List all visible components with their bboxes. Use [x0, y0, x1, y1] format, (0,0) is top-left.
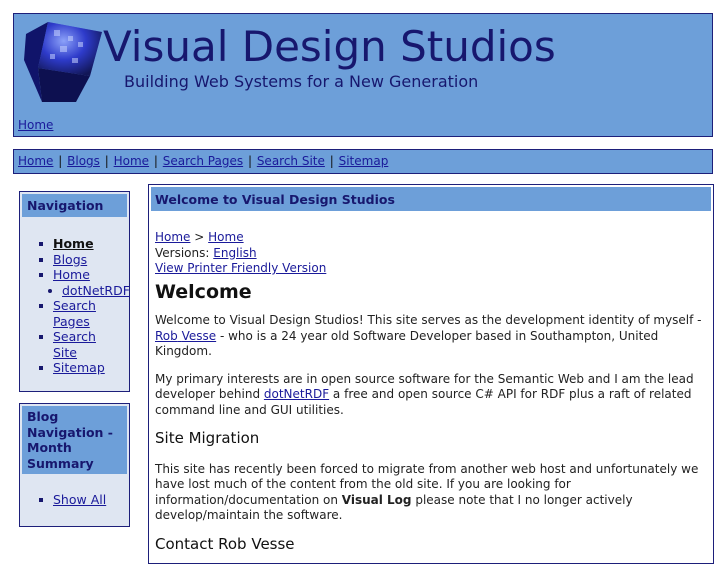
- breadcrumb-home-link[interactable]: Home: [155, 230, 190, 244]
- sidebar-home-link[interactable]: Home: [53, 236, 94, 251]
- sidebar-navigation-box: Navigation Home Blogs Home dotNetRDF Sea…: [19, 191, 130, 392]
- sidebar-blog-navigation-title: Blog Navigation - Month Summary: [22, 406, 127, 474]
- cube-logo-icon: [24, 22, 102, 102]
- header-home-link[interactable]: Home: [18, 118, 53, 132]
- intro-text-after: - who is a 24 year old Software Develope…: [155, 328, 659, 359]
- blog-nav-item-show-all: Show All: [20, 492, 129, 508]
- versions-label: Versions:: [155, 245, 210, 260]
- topnav-search-site-link[interactable]: Search Site: [257, 154, 325, 168]
- topnav-blogs-link[interactable]: Blogs: [67, 154, 100, 168]
- blog-nav-list: Show All: [20, 492, 129, 508]
- site-migration-heading: Site Migration: [155, 429, 260, 447]
- dotnetrdf-link[interactable]: dotNetRDF: [264, 387, 329, 401]
- sidebar-search-site-link[interactable]: Search Site: [53, 329, 96, 360]
- vesse-link-text: Vesse: [181, 328, 217, 343]
- bullet-icon: [39, 366, 43, 370]
- topnav-home2-link[interactable]: Home: [114, 154, 149, 168]
- sidebar-search-pages-link[interactable]: Search Pages: [53, 298, 96, 329]
- topnav-separator: |: [104, 154, 109, 168]
- blog-nav-title-line2: Navigation -: [27, 424, 113, 440]
- sidebar-sitemap-link[interactable]: Sitemap: [53, 360, 105, 375]
- intro-paragraph: Welcome to Visual Design Studios! This s…: [155, 313, 709, 360]
- search-pages-line1: Search: [53, 298, 96, 313]
- interests-paragraph: My primary interests are in open source …: [155, 372, 709, 419]
- breadcrumb-separator: >: [194, 230, 205, 244]
- printer-friendly-link[interactable]: View Printer Friendly Version: [155, 261, 326, 275]
- topnav-separator: |: [153, 154, 158, 168]
- site-tagline: Building Web Systems for a New Generatio…: [124, 72, 479, 91]
- sidebar-item-dotnetrdf: dotNetRDF: [20, 283, 130, 299]
- page-heading: Welcome: [155, 280, 252, 303]
- topnav-sitemap-link[interactable]: Sitemap: [339, 154, 389, 168]
- sidebar-blog-navigation-box: Blog Navigation - Month Summary Show All: [19, 403, 130, 527]
- sidebar-navigation-title: Navigation: [22, 194, 127, 217]
- search-site-line2: Site: [53, 344, 77, 360]
- sidebar-item-home-2: Home: [20, 267, 129, 283]
- bullet-icon: [48, 288, 52, 293]
- sidebar-item-home: Home: [20, 236, 129, 252]
- version-english-link[interactable]: English: [213, 246, 256, 260]
- bullet-icon: [39, 242, 43, 246]
- sidebar-blogs-link[interactable]: Blogs: [53, 252, 87, 267]
- search-site-line1: Search: [53, 329, 96, 344]
- sidebar-dotnetrdf-link[interactable]: dotNetRDF: [62, 283, 130, 298]
- blog-nav-title-line3: Month: [27, 440, 72, 455]
- intro-text-before: Welcome to Visual Design Studios! This s…: [155, 313, 702, 327]
- bullet-icon: [39, 304, 43, 308]
- breadcrumb-home2-link[interactable]: Home: [208, 230, 243, 244]
- main-content: Welcome to Visual Design Studios Home > …: [148, 184, 714, 564]
- rob-vesse-link[interactable]: Rob Vesse: [155, 329, 216, 343]
- search-pages-line2: Pages: [53, 313, 90, 329]
- topnav-search-pages-link[interactable]: Search Pages: [163, 154, 243, 168]
- main-body: Home > Home Versions: English View Print…: [155, 230, 709, 552]
- versions-row: Versions: English: [155, 246, 709, 262]
- show-all-link[interactable]: Show All: [53, 492, 106, 507]
- topnav-home-link[interactable]: Home: [18, 154, 53, 168]
- bullet-icon: [39, 273, 43, 277]
- bullet-icon: [39, 498, 43, 502]
- topnav-separator: |: [329, 154, 334, 168]
- visual-log-text: Visual Log: [341, 492, 412, 507]
- sidebar-item-sitemap: Sitemap: [20, 360, 129, 376]
- topnav-separator: |: [58, 154, 63, 168]
- blog-nav-title-line1: Blog: [27, 409, 59, 424]
- topnav-separator: |: [247, 154, 252, 168]
- contact-heading: Contact Rob Vesse: [155, 534, 295, 553]
- main-title: Welcome to Visual Design Studios: [151, 187, 711, 211]
- sidebar-home2-link[interactable]: Home: [53, 267, 90, 282]
- blog-nav-title-line4: Summary: [27, 455, 94, 471]
- sidebar-item-blogs: Blogs: [20, 252, 129, 268]
- sidebar-navigation-list: Home Blogs Home dotNetRDF Search Pages Se…: [20, 236, 130, 376]
- sidebar-item-search-pages: Search Pages: [20, 298, 129, 329]
- bullet-icon: [39, 335, 43, 339]
- breadcrumb: Home > Home: [155, 230, 709, 246]
- site-header: Visual Design Studios Building Web Syste…: [13, 13, 713, 137]
- top-navigation: Home | Blogs | Home | Search Pages | Sea…: [13, 149, 713, 174]
- migration-paragraph: This site has recently been forced to mi…: [155, 462, 709, 524]
- sidebar-item-search-site: Search Site: [20, 329, 129, 360]
- bullet-icon: [39, 257, 43, 262]
- rob-link-text: Rob: [155, 328, 178, 343]
- site-title: Visual Design Studios: [103, 22, 556, 71]
